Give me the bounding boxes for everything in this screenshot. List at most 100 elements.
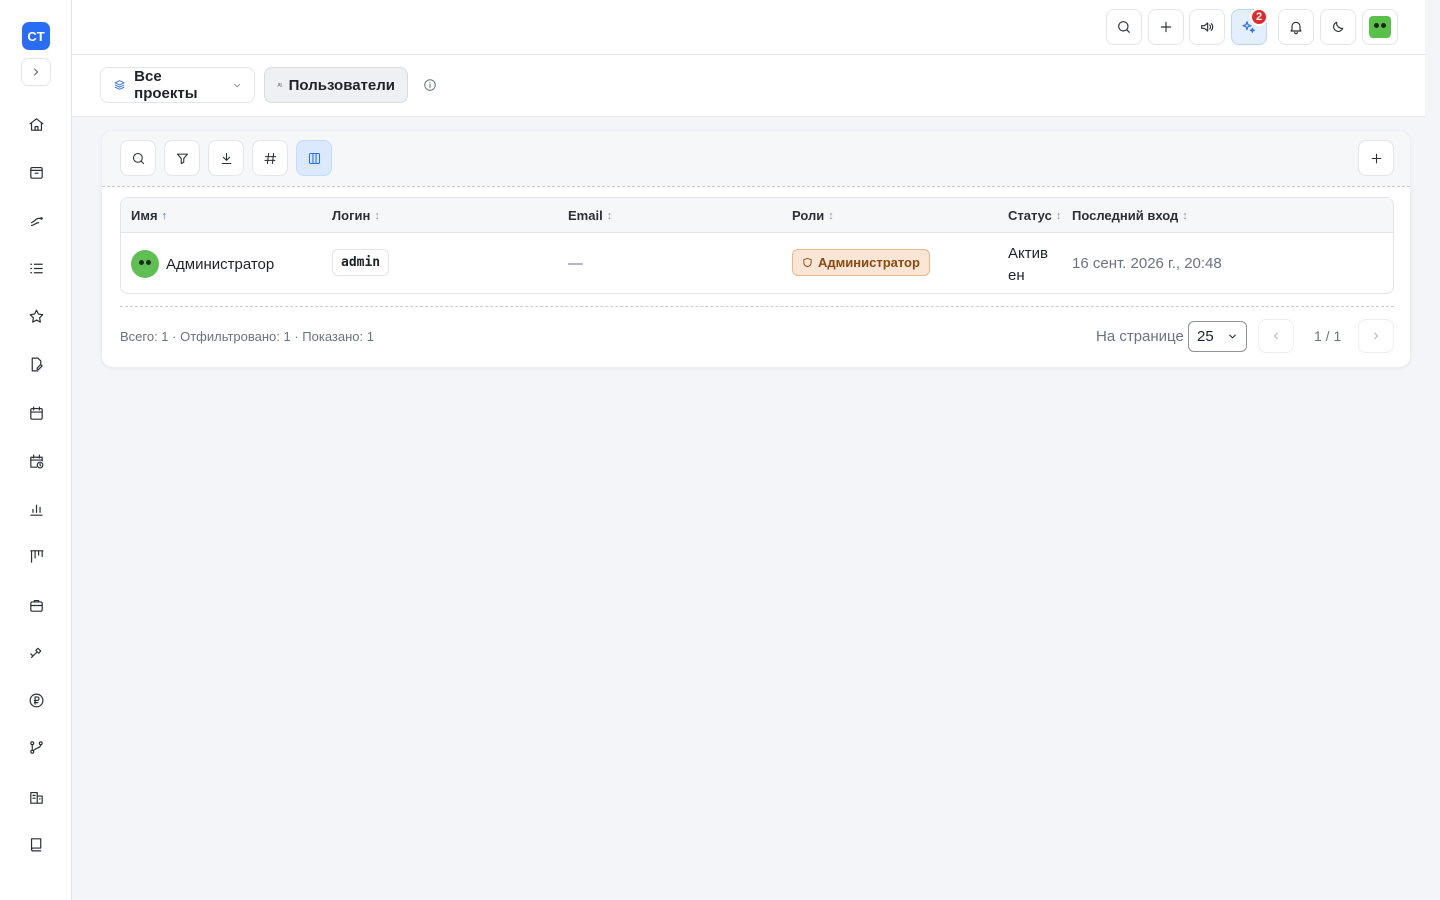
briefcase-icon (29, 599, 43, 612)
app-logo[interactable]: CT (22, 22, 50, 50)
kanban-icon (29, 549, 43, 563)
columns-button[interactable] (296, 140, 332, 176)
column-header-roles[interactable]: Роли ↕ (792, 208, 834, 223)
row-numbers-button[interactable] (252, 140, 288, 176)
ai-assistant-button[interactable]: 2 (1231, 8, 1268, 45)
ruble-icon (29, 693, 43, 707)
sort-icon: ↕ (374, 209, 380, 222)
moon-icon (1333, 21, 1344, 32)
table-header: Имя ↑ Логин ↕ Email ↕ Роли ↕ Статус ↕ По… (121, 198, 1393, 233)
status-text: Актив (1008, 245, 1048, 262)
column-header-name[interactable]: Имя ↑ (131, 208, 167, 223)
info-button[interactable] (423, 78, 437, 95)
star-icon (29, 309, 43, 323)
sidebar-item-analytics[interactable] (22, 495, 50, 523)
user-avatar-button[interactable] (1362, 9, 1398, 45)
wrench-icon (29, 647, 41, 658)
sidebar-item-archive[interactable] (22, 158, 50, 186)
notification-badge: 2 (1250, 8, 1268, 26)
projects-dropdown-label: Все проекты (134, 68, 198, 102)
home-icon (29, 117, 43, 131)
sidebar-item-tools[interactable] (22, 638, 50, 666)
users-table: Имя ↑ Логин ↕ Email ↕ Роли ↕ Статус ↕ По… (120, 197, 1394, 294)
sort-icon: ↕ (1055, 209, 1062, 222)
role-badge: Администратор (792, 249, 930, 276)
building-icon (29, 791, 43, 804)
projects-dropdown[interactable]: Все проекты (100, 67, 255, 103)
sidebar-item-finance[interactable] (22, 686, 50, 714)
create-button[interactable] (1148, 9, 1184, 45)
plus-icon (1160, 21, 1172, 33)
search-icon (1118, 21, 1130, 33)
chevron-down-icon (1229, 334, 1236, 339)
bell-icon (1290, 21, 1302, 35)
chevron-right-icon (34, 68, 38, 76)
per-page-label: На странице (1096, 328, 1184, 345)
sidebar-item-calendar[interactable] (22, 399, 50, 427)
theme-toggle-button[interactable] (1320, 9, 1356, 45)
totals-text: Всего: 1 · Отфильтровано: 1 · Показано: … (120, 329, 374, 344)
calendar-icon (29, 406, 43, 420)
per-page-select[interactable]: 25 (1188, 321, 1247, 352)
cell-email: — (568, 255, 583, 272)
sidebar-item-documents[interactable] (22, 350, 50, 378)
list-icon (29, 263, 43, 273)
column-header-status[interactable]: Статус ↕ (1008, 208, 1061, 223)
git-branch-icon (29, 740, 43, 754)
info-icon (424, 79, 436, 91)
column-header-email[interactable]: Email ↕ (568, 208, 612, 223)
sidebar-item-favorites[interactable] (22, 302, 50, 330)
table-footer: Всего: 1 · Отфильтровано: 1 · Показано: … (120, 306, 1394, 367)
sidebar-item-buildings[interactable] (22, 783, 50, 811)
layers-icon (114, 80, 125, 90)
avatar (1369, 16, 1391, 38)
top-header: 2 (72, 0, 1425, 55)
sidebar-item-board[interactable] (22, 542, 50, 570)
sidebar-item-schedule[interactable] (22, 447, 50, 475)
export-button[interactable] (208, 140, 244, 176)
users-tab[interactable]: Пользователи (264, 67, 408, 103)
chevron-down-icon (233, 83, 240, 87)
global-search-button[interactable] (1106, 9, 1142, 45)
archive-icon (29, 166, 43, 179)
sidebar-item-knowledge[interactable] (22, 830, 50, 858)
sidebar-item-portfolio[interactable] (22, 591, 50, 619)
hash-icon (263, 152, 276, 164)
bar-chart-icon (29, 504, 43, 516)
table-row[interactable]: Администратор admin — Администратор Акти… (121, 233, 1393, 293)
sidebar-item-integrations[interactable] (22, 733, 50, 761)
page-info: 1 / 1 (1314, 328, 1342, 344)
book-icon (30, 837, 41, 851)
per-page-value: 25 (1197, 328, 1214, 345)
shield-icon (803, 257, 812, 268)
status-text-wrap: ен (1008, 267, 1025, 284)
sidebar-item-list[interactable] (22, 254, 50, 282)
sidebar: CT (0, 0, 72, 900)
speaker-icon (1201, 22, 1214, 32)
columns-icon (308, 152, 320, 164)
sidebar-item-routes[interactable] (22, 206, 50, 234)
sidebar-item-home[interactable] (22, 110, 50, 138)
add-user-button[interactable] (1358, 140, 1394, 176)
download-icon (221, 152, 231, 164)
sort-icon: ↕ (1182, 209, 1188, 222)
avatar (131, 250, 159, 278)
cell-roles: Администратор (792, 249, 930, 276)
prev-page-button[interactable]: ‹ (1258, 319, 1294, 353)
notifications-button[interactable] (1278, 9, 1314, 45)
announcements-button[interactable] (1189, 9, 1225, 45)
table-toolbar (102, 131, 1410, 187)
document-edit-icon (31, 357, 43, 371)
users-tab-label: Пользователи (288, 76, 395, 94)
column-header-login[interactable]: Логин ↕ (332, 208, 380, 223)
sidebar-expand-button[interactable] (21, 58, 51, 86)
next-page-button[interactable]: › (1358, 319, 1394, 353)
filter-button[interactable] (164, 140, 200, 176)
table-search-button[interactable] (120, 140, 156, 176)
route-icon (30, 216, 43, 226)
column-header-last-login[interactable]: Последний вход ↕ (1072, 208, 1188, 223)
cell-name: Администратор (131, 250, 274, 278)
user-name: Администратор (166, 255, 275, 273)
login-code: admin (332, 249, 390, 276)
calendar-clock-icon (29, 454, 43, 468)
